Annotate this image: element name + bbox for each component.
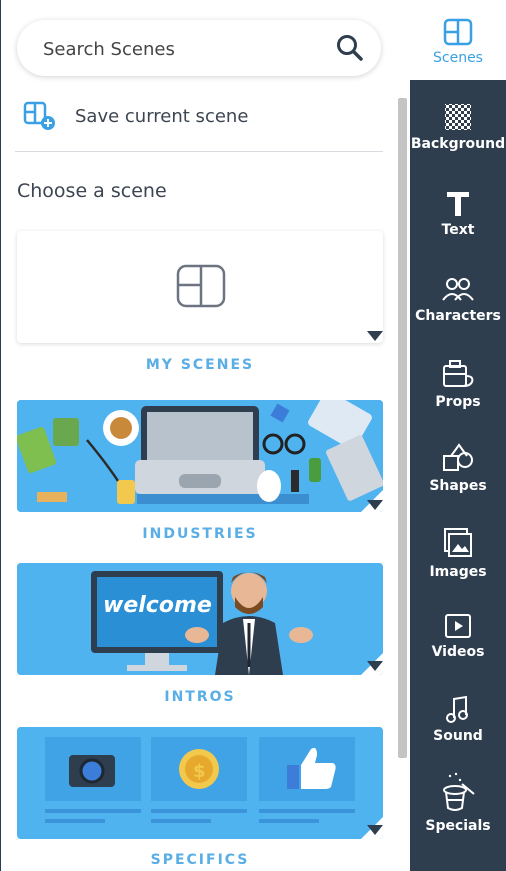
tab-label: Videos xyxy=(431,644,485,660)
scrollbar[interactable] xyxy=(398,98,407,758)
props-icon xyxy=(443,360,474,387)
chevron-down-icon[interactable] xyxy=(367,500,383,510)
tab-images[interactable]: Images xyxy=(410,526,506,580)
scene-layout-icon xyxy=(176,264,226,308)
tab-characters[interactable]: Characters xyxy=(410,274,506,324)
tab-label: Sound xyxy=(433,728,483,744)
tab-scenes[interactable]: Scenes xyxy=(410,0,506,80)
industries-illustration xyxy=(17,400,383,512)
card-title-specifics: SPECIFICS xyxy=(150,852,250,868)
intros-card[interactable]: welcome xyxy=(17,563,383,675)
card-title-industries: INDUSTRIES xyxy=(142,526,258,542)
search-bar[interactable] xyxy=(17,20,381,78)
tab-text[interactable]: Text xyxy=(410,188,506,238)
tab-videos[interactable]: Videos xyxy=(410,612,506,660)
search-input[interactable] xyxy=(41,20,325,78)
tab-background[interactable]: Background xyxy=(410,102,506,152)
intros-illustration xyxy=(17,563,383,675)
save-scene-label: Save current scene xyxy=(75,105,249,127)
text-icon xyxy=(447,192,469,216)
magic-hat-icon xyxy=(443,772,475,811)
industries-card[interactable] xyxy=(17,400,383,512)
sound-icon xyxy=(446,695,468,723)
choose-scene-heading: Choose a scene xyxy=(17,180,167,202)
shapes-icon xyxy=(443,443,473,471)
videos-icon xyxy=(445,614,471,638)
checker-icon xyxy=(445,104,471,130)
tab-label: Shapes xyxy=(429,478,487,494)
card-title-my-scenes: MY SCENES xyxy=(145,357,255,373)
images-icon xyxy=(444,528,472,557)
tab-specials[interactable]: Specials xyxy=(410,772,506,834)
save-scene-icon xyxy=(23,101,55,130)
tab-props[interactable]: Props xyxy=(410,358,506,410)
tab-label: Images xyxy=(429,564,487,580)
tab-label: Background xyxy=(410,136,506,152)
characters-icon xyxy=(442,278,474,301)
sidebar: Scenes Background Text Characters Props … xyxy=(410,0,506,871)
card-title-intros: INTROS xyxy=(164,689,236,705)
tab-label: Scenes xyxy=(433,50,483,66)
scene-panel: Save current scene Choose a scene MY SCE… xyxy=(0,0,411,871)
specifics-card[interactable]: $ xyxy=(17,727,383,839)
welcome-screen-text: welcome xyxy=(103,593,212,618)
tab-sound[interactable]: Sound xyxy=(410,694,506,744)
scenes-icon xyxy=(443,18,473,46)
svg-text:$: $ xyxy=(193,761,206,782)
specifics-illustration: $ xyxy=(17,727,383,839)
chevron-down-icon[interactable] xyxy=(367,331,383,341)
chevron-down-icon[interactable] xyxy=(367,825,383,835)
save-current-scene-button[interactable]: Save current scene xyxy=(23,96,383,136)
search-icon[interactable] xyxy=(335,33,365,63)
tab-label: Characters xyxy=(415,308,501,324)
my-scenes-card[interactable] xyxy=(17,231,383,343)
divider xyxy=(15,151,383,152)
tab-label: Text xyxy=(441,222,475,238)
tab-shapes[interactable]: Shapes xyxy=(410,442,506,494)
tab-label: Props xyxy=(435,394,481,410)
tab-label: Specials xyxy=(425,818,491,834)
chevron-down-icon[interactable] xyxy=(367,661,383,671)
